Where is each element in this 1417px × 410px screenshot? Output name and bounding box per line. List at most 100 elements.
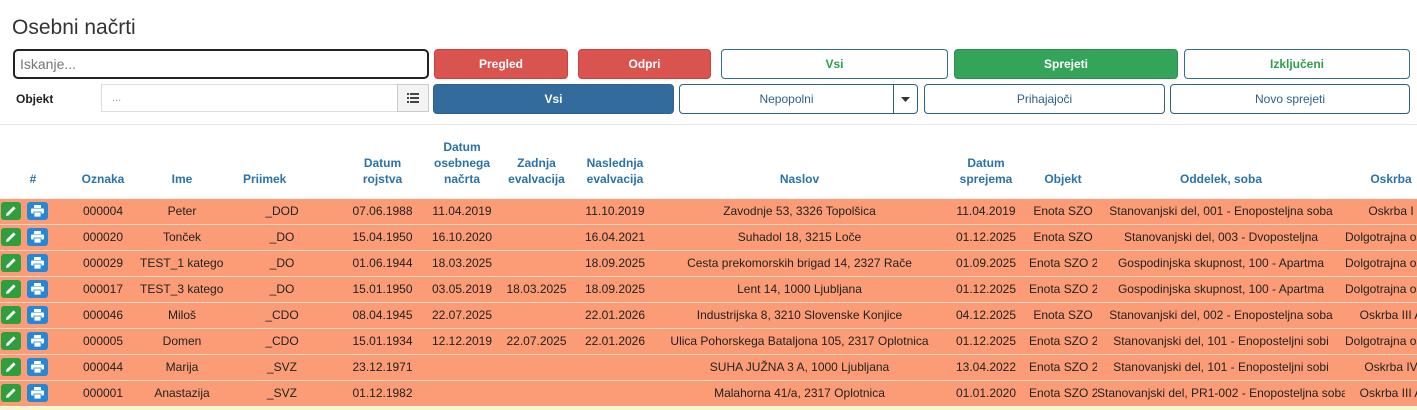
print-button[interactable] <box>27 254 48 272</box>
print-button[interactable] <box>27 280 48 298</box>
cell-oznaka: 000004 <box>66 197 140 224</box>
col-naslov[interactable]: Naslov <box>656 132 943 199</box>
cell-oskrba: Dolgotrajna oskrba <box>1345 223 1417 250</box>
edit-button[interactable] <box>1 280 21 298</box>
search-input[interactable] <box>13 49 429 79</box>
cell-datum-rojstva: 15.04.1950 <box>340 223 425 250</box>
print-button[interactable] <box>27 384 48 403</box>
table-row[interactable]: 000005 Domen _CDO 15.01.1934 12.12.2019 22.07… <box>0 327 1417 354</box>
odpri-button[interactable]: Odpri <box>578 49 711 79</box>
cell-oddelek-soba: Stanovanjski del, 001 - Enoposteljna sob… <box>1097 197 1345 224</box>
row-actions <box>0 301 66 328</box>
row-actions <box>0 379 66 406</box>
cell-ime: Tonček <box>140 223 224 250</box>
row-actions <box>0 275 66 302</box>
cell-ime: TEST_1 kategorija <box>140 249 224 276</box>
cell-oskrba: Oskrba III A <box>1345 301 1417 328</box>
edit-button[interactable] <box>1 306 21 324</box>
col-naslednja-evalvacija[interactable]: Naslednja evalvacija <box>574 132 656 199</box>
objekt-list-button[interactable] <box>397 84 429 112</box>
status-nepopolni-button[interactable]: Nepopolni <box>679 84 894 114</box>
edit-button[interactable] <box>1 384 21 403</box>
cell-datum-sprejema: 04.12.2025 <box>943 301 1029 328</box>
table-row[interactable]: 000046 Miloš _CDO 08.04.1945 22.07.2025 22.01… <box>0 301 1417 328</box>
caret-down-icon <box>901 96 910 102</box>
col-objekt[interactable]: Objekt <box>1029 132 1097 199</box>
print-button[interactable] <box>27 358 48 376</box>
cell-datum-nacrta: 18.03.2025 <box>425 249 499 276</box>
edit-button[interactable] <box>1 254 21 272</box>
print-icon <box>31 205 44 217</box>
nepopolni-dropdown-button[interactable] <box>893 84 918 114</box>
row-actions <box>0 327 66 354</box>
edit-button[interactable] <box>1 332 21 350</box>
cell-naslov: Ulica Pohorskega Bataljona 105, 2317 Opl… <box>656 327 943 354</box>
cell-naslednja-evalvacija: 22.01.2026 <box>574 327 656 354</box>
print-icon <box>31 283 44 295</box>
table-header-row: # Oznaka Ime Priimek Datum rojstva Datum o… <box>0 132 1417 199</box>
col-oskrba[interactable]: Oskrba <box>1345 132 1417 199</box>
cell-ime: Miloš <box>140 301 224 328</box>
col-datum-sprejema[interactable]: Datum sprejema <box>943 132 1029 199</box>
status-novo-sprejeti-button[interactable]: Novo sprejeti <box>1170 84 1410 114</box>
col-datum-rojstva[interactable]: Datum rojstva <box>340 132 425 199</box>
status-vsi-button[interactable]: Vsi <box>433 84 674 114</box>
pencil-icon <box>6 232 16 242</box>
edit-button[interactable] <box>1 228 21 246</box>
pencil-icon <box>6 388 16 399</box>
table-row[interactable]: 000029TEST_1 kategorija_DO01.06.194418.0… <box>0 249 1417 276</box>
edit-button[interactable] <box>1 358 21 376</box>
filter-vsi-button[interactable]: Vsi <box>721 49 948 79</box>
cell-naslednja-evalvacija: 18.09.2025 <box>574 249 656 276</box>
cell-zadnja-evalvacija <box>499 249 574 276</box>
cell-zadnja-evalvacija <box>499 379 574 406</box>
print-button[interactable] <box>27 332 48 350</box>
cell-datum-sprejema: 13.04.2022 <box>943 353 1029 380</box>
pencil-icon <box>6 284 16 294</box>
filter-izkljuceni-button[interactable]: Izključeni <box>1184 49 1410 79</box>
print-button[interactable] <box>27 306 48 324</box>
cell-naslednja-evalvacija: 11.10.2019 <box>574 197 656 224</box>
cell-oddelek-soba: Stanovanjski del, 101 - Enoposteljni sob… <box>1097 353 1345 380</box>
table-row[interactable]: 000020 Tonček _DO 15.04.1950 16.10.2020 16.04… <box>0 223 1417 250</box>
cell-ime: Domen <box>140 327 224 354</box>
cell-zadnja-evalvacija <box>499 223 574 250</box>
cell-oznaka: 000029 <box>66 249 140 276</box>
cell-priimek: _DO <box>224 275 340 302</box>
table-row[interactable]: 000001 Anastazija _SVZ 01.12.1982 Malahorna … <box>0 379 1417 406</box>
edit-button[interactable] <box>1 202 21 220</box>
cell-datum-nacrta: 12.12.2019 <box>425 327 499 354</box>
table-row[interactable]: 000044 Marija _SVZ 23.12.1971 SUHA JUŽNA 3 A… <box>0 353 1417 380</box>
objekt-placeholder: ... <box>112 92 122 104</box>
col-ime[interactable]: Ime <box>140 132 224 199</box>
pregled-button[interactable]: Pregled <box>434 49 568 79</box>
col-oddelek-soba[interactable]: Oddelek, soba <box>1097 132 1345 199</box>
cell-datum-rojstva: 23.12.1971 <box>340 353 425 380</box>
cell-datum-nacrta: 03.05.2019 <box>425 275 499 302</box>
cell-datum-sprejema: 01.01.2020 <box>943 379 1029 406</box>
print-button[interactable] <box>27 202 48 220</box>
cell-datum-rojstva: 15.01.1934 <box>340 327 425 354</box>
cell-priimek: _CDO <box>224 301 340 328</box>
col-oznaka[interactable]: Oznaka <box>66 132 140 199</box>
status-prihajajoci-button[interactable]: Prihajajoči <box>924 84 1165 114</box>
cell-oddelek-soba: Stanovanjski del, 002 - Enoposteljna sob… <box>1097 301 1345 328</box>
col-zadnja-evalvacija[interactable]: Zadnja evalvacija <box>499 132 574 199</box>
cell-zadnja-evalvacija <box>499 197 574 224</box>
table-row[interactable]: 000004 Peter _DOD 07.06.1988 11.04.2019 11.10… <box>0 197 1417 224</box>
cell-naslov: Cesta prekomorskih brigad 14, 2327 Rače <box>656 249 943 276</box>
table-row[interactable]: 000017TEST_3 kategorija_DO15.01.195003.0… <box>0 275 1417 302</box>
print-button[interactable] <box>27 228 48 246</box>
cell-datum-rojstva: 07.06.1988 <box>340 197 425 224</box>
filter-sprejeti-button[interactable]: Sprejeti <box>954 49 1178 79</box>
row-actions <box>0 249 66 276</box>
cell-objekt: Enota SZO 2 <box>1029 353 1097 380</box>
divider <box>0 124 1417 125</box>
pencil-icon <box>6 258 16 268</box>
col-datum-nacrta[interactable]: Datum osebnega načrta <box>425 132 499 199</box>
cell-objekt: Enota SZO 2 <box>1029 249 1097 276</box>
cell-oznaka: 000046 <box>66 301 140 328</box>
objekt-select[interactable]: ... <box>101 84 397 112</box>
pencil-icon <box>6 362 16 372</box>
col-priimek[interactable]: Priimek <box>224 132 340 199</box>
